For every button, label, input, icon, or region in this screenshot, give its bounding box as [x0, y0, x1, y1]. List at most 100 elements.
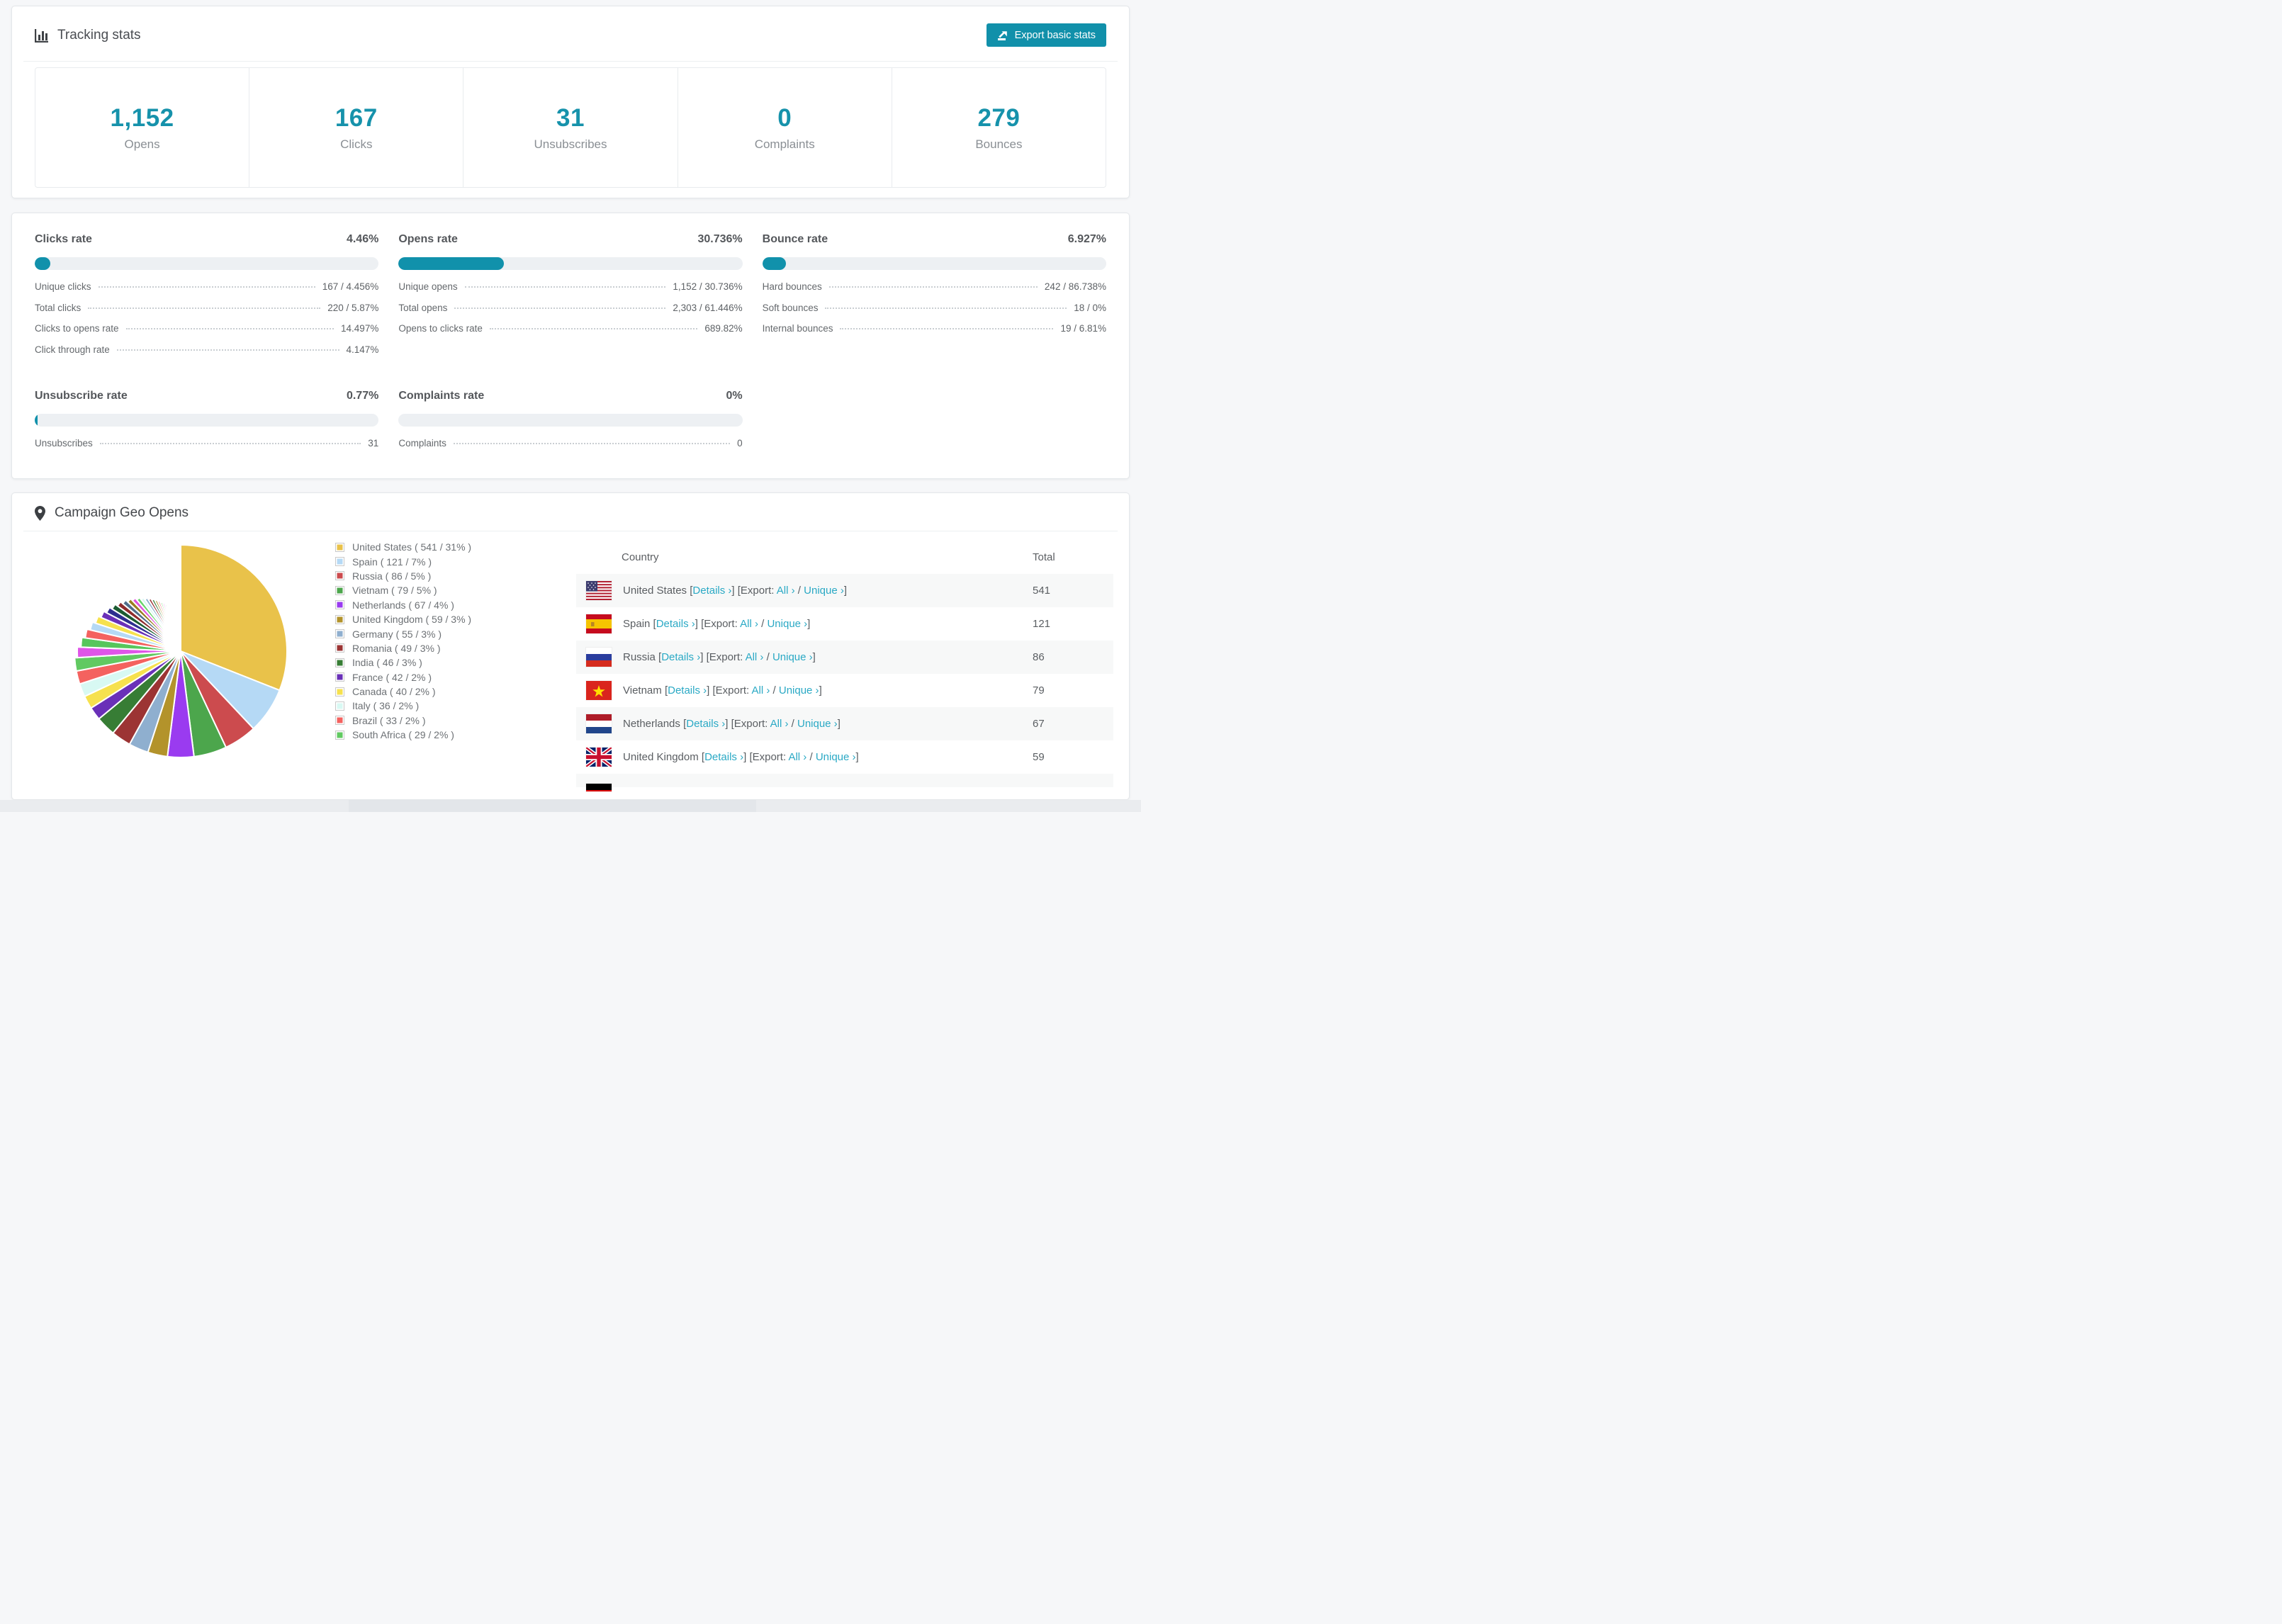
details-link[interactable]: Details ›: [661, 651, 700, 663]
rate-detail-label: Click through rate: [35, 344, 110, 355]
export-unique-link[interactable]: Unique ›: [804, 585, 844, 597]
legend-swatch: [335, 542, 344, 552]
export-all-link[interactable]: All ›: [752, 684, 770, 697]
legend-label: Romania ( 49 / 3% ): [352, 642, 441, 654]
legend-swatch: [335, 658, 344, 667]
legend-swatch: [335, 557, 344, 567]
export-unique-link[interactable]: Unique ›: [772, 651, 813, 663]
legend-item-netherlands: Netherlands ( 67 / 4% ): [335, 598, 569, 612]
legend-item-france: France ( 42 / 2% ): [335, 670, 569, 684]
legend-label: South Africa ( 29 / 2% ): [352, 729, 454, 741]
total-cell: 59: [1033, 751, 1045, 763]
page-background-strip: [0, 800, 1141, 812]
rate-value: 6.927%: [1067, 233, 1106, 245]
rate-detail-row: Internal bounces 19 / 6.81%: [763, 318, 1106, 339]
details-link[interactable]: Details ›: [704, 751, 743, 763]
legend-label: Canada ( 40 / 2% ): [352, 686, 436, 698]
country-cell: Netherlands [Details ›] [Export: All › /…: [623, 718, 841, 730]
export-all-link[interactable]: All ›: [740, 618, 758, 630]
rate-detail-label: Unique clicks: [35, 281, 91, 292]
rate-detail-value: 4.147%: [346, 344, 379, 355]
geo-opens-table: Country Total United States [Details ›] …: [576, 541, 1113, 791]
rate-progress-bar: [398, 414, 743, 427]
geo-opens-pie-chart: [67, 537, 295, 765]
country-cell: Vietnam [Details ›] [Export: All › / Uni…: [623, 684, 822, 697]
export-unique-link[interactable]: Unique ›: [797, 718, 838, 730]
stat-value: 0: [777, 103, 792, 132]
export-basic-stats-button[interactable]: Export basic stats: [986, 23, 1106, 47]
rate-detail-label: Unique opens: [398, 281, 458, 292]
stat-label: Bounces: [975, 137, 1023, 151]
legend-swatch: [335, 687, 344, 697]
total-cell: 67: [1033, 718, 1045, 730]
rate-detail-label: Hard bounces: [762, 281, 822, 292]
export-all-link[interactable]: All ›: [746, 651, 764, 663]
dotted-leader: [99, 443, 361, 444]
dotted-leader: [464, 286, 666, 288]
tracking-stats-header: Tracking stats Export basic stats: [23, 6, 1118, 62]
stat-value: 31: [556, 103, 585, 132]
export-all-link[interactable]: All ›: [777, 585, 795, 597]
details-link[interactable]: Details ›: [692, 585, 731, 597]
rate-detail-row: Complaints 0: [398, 433, 742, 454]
export-unique-link[interactable]: Unique ›: [767, 618, 807, 630]
details-link[interactable]: Details ›: [686, 718, 725, 730]
stat-label: Opens: [124, 137, 160, 151]
legend-item-india: India ( 46 / 3% ): [335, 655, 569, 670]
geo-table-row-gb: United Kingdom [Details ›] [Export: All …: [576, 740, 1113, 774]
flag-icon-us: [586, 581, 612, 600]
page-title: Tracking stats: [57, 27, 141, 43]
legend-item-russia: Russia ( 86 / 5% ): [335, 569, 569, 583]
stats-summary-row: 1,152 Opens 167 Clicks 31 Unsubscribes 0 Co…: [35, 67, 1106, 188]
rates-grid: Clicks rate 4.46% Unique clicks 167 / 4.…: [35, 233, 1106, 454]
dotted-leader: [88, 307, 321, 309]
legend-swatch: [335, 730, 344, 740]
stat-cell-unsubscribes: 31 Unsubscribes: [463, 68, 678, 187]
flag-icon-es: [586, 614, 612, 633]
export-all-link[interactable]: All ›: [770, 718, 789, 730]
geo-opens-legend: United States ( 541 / 31% ) Spain ( 121 …: [335, 540, 569, 742]
rate-detail-value: 31: [368, 438, 379, 449]
rate-head: Complaints rate 0%: [398, 390, 742, 402]
rate-value: 0%: [726, 390, 743, 402]
rate-title: Clicks rate: [35, 233, 92, 245]
legend-label: Germany ( 55 / 3% ): [352, 628, 442, 640]
flag-icon-vn: [586, 681, 612, 700]
rate-title: Opens rate: [398, 233, 458, 245]
legend-swatch: [335, 701, 344, 711]
rate-detail-value: 2,303 / 61.446%: [673, 302, 743, 313]
map-pin-icon: [35, 505, 45, 521]
export-unique-link[interactable]: Unique ›: [816, 751, 856, 763]
stat-cell-bounces: 279 Bounces: [892, 68, 1106, 187]
bar-chart-icon: [35, 28, 48, 43]
rate-detail-label: Internal bounces: [762, 323, 833, 334]
rate-detail-row: Unique opens 1,152 / 30.736%: [398, 276, 742, 298]
rate-head: Clicks rate 4.46%: [35, 233, 378, 246]
legend-item-united-states: United States ( 541 / 31% ): [335, 540, 569, 554]
details-link[interactable]: Details ›: [656, 618, 695, 630]
legend-item-south-africa: South Africa ( 29 / 2% ): [335, 728, 569, 742]
stat-cell-complaints: 0 Complaints: [678, 68, 892, 187]
rate-detail-value: 1,152 / 30.736%: [673, 281, 743, 292]
export-all-link[interactable]: All ›: [788, 751, 806, 763]
details-link[interactable]: Details ›: [668, 684, 707, 697]
legend-label: France ( 42 / 2% ): [352, 671, 432, 683]
legend-label: United States ( 541 / 31% ): [352, 541, 472, 553]
legend-swatch: [335, 614, 344, 624]
stat-cell-clicks: 167 Clicks: [249, 68, 464, 187]
legend-item-spain: Spain ( 121 / 7% ): [335, 554, 569, 568]
rate-detail-label: Complaints: [398, 438, 446, 449]
legend-swatch: [335, 600, 344, 610]
legend-item-united-kingdom: United Kingdom ( 59 / 3% ): [335, 612, 569, 626]
flag-icon-ru: [586, 648, 612, 667]
rate-detail-label: Unsubscribes: [35, 438, 93, 449]
rate-detail-value: 242 / 86.738%: [1044, 281, 1106, 292]
rate-detail-label: Total clicks: [35, 302, 82, 313]
rate-progress-bar: [35, 414, 379, 427]
total-cell: 79: [1033, 684, 1045, 697]
rate-detail-value: 220 / 5.87%: [327, 302, 379, 313]
geo-table-row-es: Spain [Details ›] [Export: All › / Uniqu…: [576, 607, 1113, 641]
rate-head: Unsubscribe rate 0.77%: [35, 390, 378, 402]
flag-icon-de: [586, 784, 612, 791]
export-unique-link[interactable]: Unique ›: [779, 684, 819, 697]
